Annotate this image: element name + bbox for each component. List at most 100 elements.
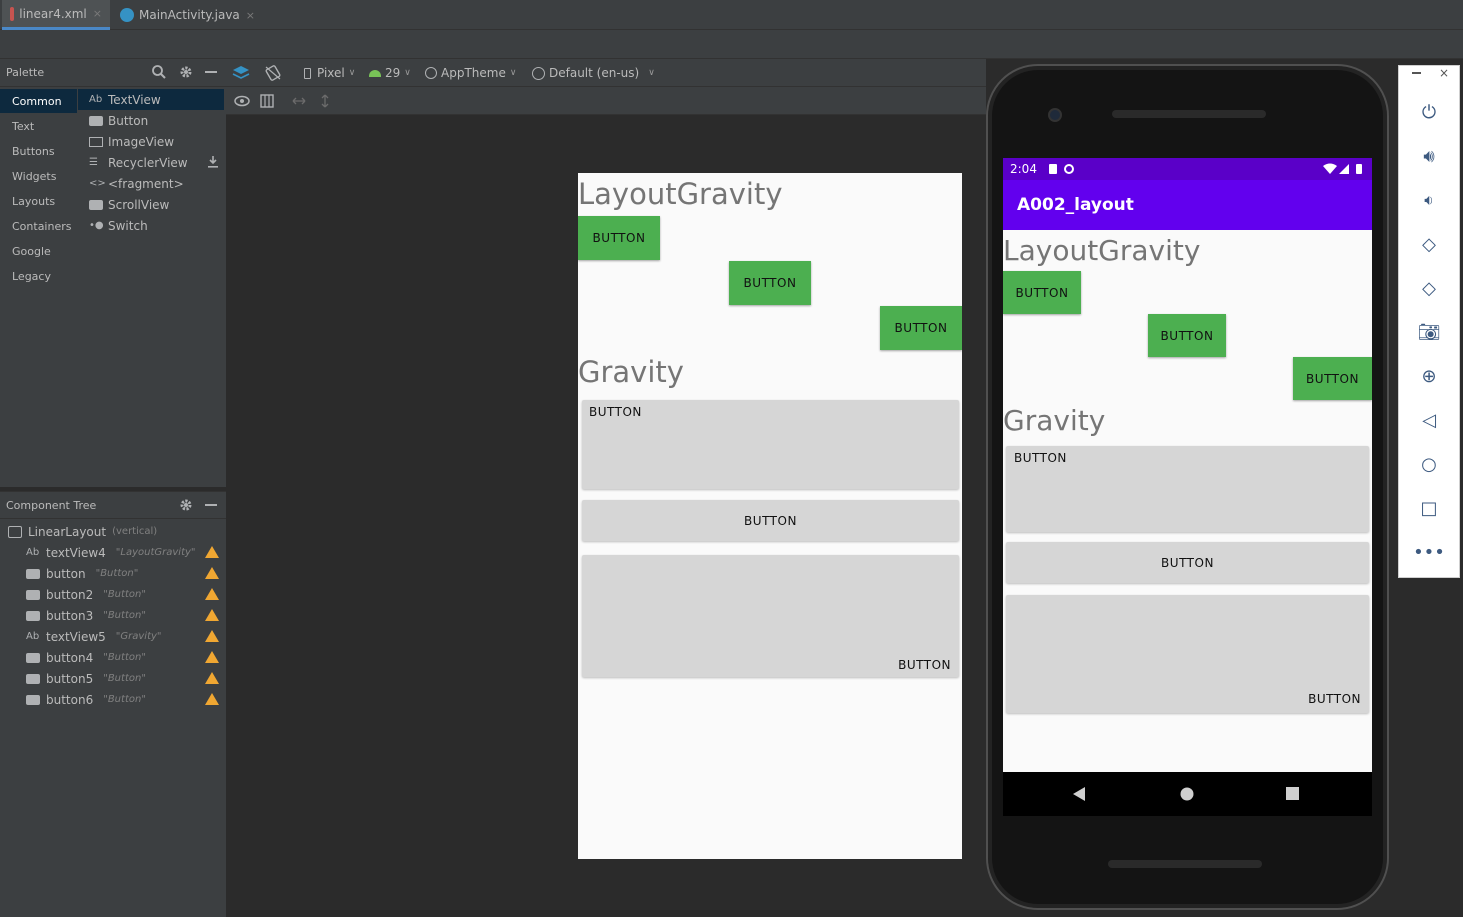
home-icon[interactable] (1180, 787, 1194, 801)
preview-button-center[interactable]: BUTTON (729, 261, 811, 305)
tree-node-button5[interactable]: button5 "Button" (26, 668, 146, 689)
preview-button-left[interactable]: BUTTON (578, 216, 660, 260)
palette-item-scrollview[interactable]: ScrollView (78, 194, 224, 215)
volume-up-icon[interactable]: 🔊︎ (1399, 143, 1459, 169)
device-button-gravity-center[interactable]: BUTTON (1006, 542, 1369, 583)
device-button-right[interactable]: BUTTON (1293, 357, 1372, 400)
preview-button-gravity-center[interactable]: BUTTON (582, 500, 959, 541)
palette-category-legacy[interactable]: Legacy (0, 264, 77, 288)
warning-icon[interactable] (205, 567, 219, 579)
status-time: 2:04 (1010, 162, 1037, 176)
layers-icon[interactable] (232, 65, 250, 81)
overview-icon[interactable]: □ (1399, 495, 1459, 521)
tree-node-button6[interactable]: button6 "Button" (26, 689, 146, 710)
gear-icon[interactable] (179, 65, 193, 79)
tree-node-button2[interactable]: button2 "Button" (26, 584, 146, 605)
layout-preview[interactable]: LayoutGravity BUTTON BUTTON BUTTON Gravi… (578, 173, 962, 859)
palette-item-imageview[interactable]: ImageView (78, 131, 224, 152)
blueprint-icon[interactable] (260, 94, 274, 108)
zoom-icon[interactable]: ⊕ (1399, 363, 1459, 389)
design-toolbar-secondary (226, 87, 986, 115)
more-icon[interactable]: ••• (1399, 539, 1459, 565)
button-icon (26, 610, 40, 621)
gear-icon[interactable] (179, 498, 193, 512)
palette-category-google[interactable]: Google (0, 239, 77, 263)
palette-item-switch[interactable]: •● Switch (78, 215, 224, 236)
back-icon[interactable]: ◁ (1399, 407, 1459, 433)
rotate-left-icon[interactable]: ◇ (1399, 231, 1459, 257)
palette-category-layouts[interactable]: Layouts (0, 189, 77, 213)
preview-button-gravity-topleft[interactable]: BUTTON (582, 400, 959, 489)
preview-button-gravity-bottomright[interactable]: BUTTON (582, 555, 959, 677)
theme-selector[interactable]: AppTheme ∨ (425, 59, 516, 87)
device-button-gravity-bottomright[interactable]: BUTTON (1006, 595, 1369, 713)
button-icon (89, 115, 103, 126)
tree-node-linearlayout[interactable]: LinearLayout (vertical) (8, 521, 157, 542)
eye-icon[interactable] (234, 95, 250, 107)
camera-icon[interactable]: 📷︎ (1399, 319, 1459, 345)
close-icon[interactable]: × (1439, 66, 1449, 80)
editor-tab-bar: linear4.xml × MainActivity.java × (0, 0, 1463, 30)
tree-node-textview4[interactable]: Ab textView4 "LayoutGravity" (26, 542, 196, 563)
button-icon (26, 694, 40, 705)
device-screen[interactable]: 2:04 A002_layout LayoutGravity BUTTON BU… (1003, 158, 1372, 772)
secondary-strip (0, 30, 1463, 59)
tree-node-button[interactable]: button "Button" (26, 563, 138, 584)
palette-item-button[interactable]: Button (78, 110, 224, 131)
tree-node-button4[interactable]: button4 "Button" (26, 647, 146, 668)
warning-icon[interactable] (205, 672, 219, 684)
theme-icon (425, 67, 437, 79)
close-icon[interactable]: × (93, 7, 102, 20)
locale-selector[interactable]: Default (en-us) ∨ (532, 59, 655, 87)
vertical-resize-icon[interactable] (320, 94, 330, 108)
preview-button-right[interactable]: BUTTON (880, 306, 962, 350)
power-icon[interactable]: ⏻ (1399, 99, 1459, 125)
minimize-icon[interactable] (205, 504, 217, 507)
app-title: A002_layout (1017, 195, 1134, 215)
api-level-selector[interactable]: 29 ∨ (369, 59, 411, 87)
palette-item-recyclerview[interactable]: ☰ RecyclerView (78, 152, 224, 173)
orientation-icon[interactable] (264, 65, 282, 81)
palette-category-containers[interactable]: Containers (0, 214, 77, 238)
warning-icon[interactable] (205, 693, 219, 705)
rotate-right-icon[interactable]: ◇ (1399, 275, 1459, 301)
palette-category-widgets[interactable]: Widgets (0, 164, 77, 188)
palette-item-textview[interactable]: Ab TextView (78, 89, 224, 110)
device-button-gravity-topleft[interactable]: BUTTON (1006, 446, 1369, 532)
minimize-icon[interactable] (205, 71, 217, 74)
warning-icon[interactable] (205, 609, 219, 621)
device-selector[interactable]: Pixel ∨ (304, 59, 355, 87)
home-icon[interactable]: ○ (1399, 451, 1459, 477)
minimize-icon[interactable] (1412, 72, 1421, 74)
warning-icon[interactable] (205, 546, 219, 558)
palette-body: Common Text Buttons Widgets Layouts Cont… (0, 87, 226, 487)
palette-item-fragment[interactable]: <> <fragment> (78, 173, 224, 194)
palette-title: Palette (6, 66, 45, 79)
device-button-center[interactable]: BUTTON (1148, 314, 1226, 357)
java-class-icon (120, 8, 134, 22)
back-icon[interactable] (1072, 786, 1086, 802)
tree-node-button3[interactable]: button3 "Button" (26, 605, 146, 626)
palette-category-common[interactable]: Common (0, 89, 77, 113)
component-tree-title: Component Tree (6, 498, 97, 512)
preview-heading-gravity: Gravity (578, 355, 684, 389)
palette-category-buttons[interactable]: Buttons (0, 139, 77, 163)
tab-mainactivity-java[interactable]: MainActivity.java × (112, 0, 263, 30)
search-icon[interactable] (152, 65, 166, 79)
tab-linear4-xml[interactable]: linear4.xml × (2, 0, 110, 30)
close-icon[interactable]: × (246, 9, 255, 22)
image-icon (89, 136, 103, 147)
warning-icon[interactable] (205, 651, 219, 663)
volume-down-icon[interactable]: 🔉︎ (1399, 187, 1459, 213)
warning-icon[interactable] (205, 588, 219, 600)
overview-icon[interactable] (1286, 787, 1300, 801)
palette-category-text[interactable]: Text (0, 114, 77, 138)
code-icon: <> (89, 177, 106, 189)
device-nav-bar (1003, 772, 1372, 816)
warning-icon[interactable] (205, 630, 219, 642)
download-icon[interactable] (208, 156, 218, 168)
app-bar: A002_layout (1003, 180, 1372, 230)
horizontal-resize-icon[interactable] (292, 96, 306, 106)
device-button-left[interactable]: BUTTON (1003, 271, 1081, 314)
tree-node-textview5[interactable]: Ab textView5 "Gravity" (26, 626, 162, 647)
